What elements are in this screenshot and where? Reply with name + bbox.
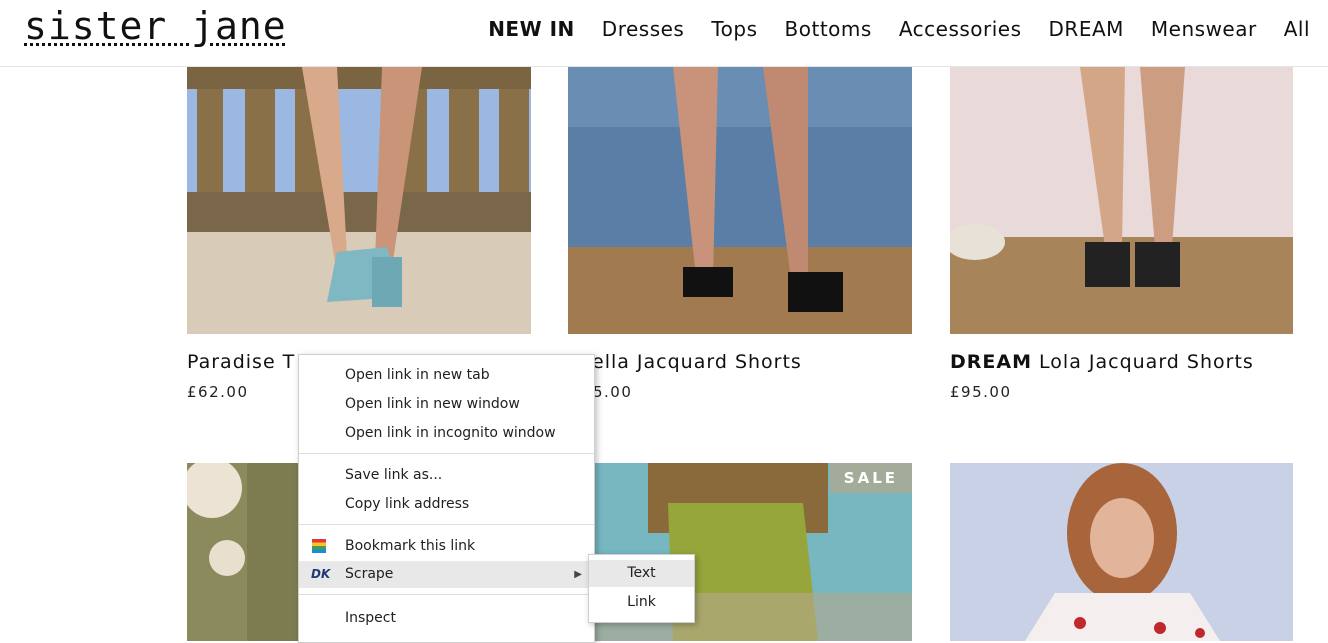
menu-open-new-window[interactable]: Open link in new window xyxy=(299,391,594,418)
menu-copy-link-address[interactable]: Copy link address xyxy=(299,491,594,518)
nav-new-in[interactable]: NEW IN xyxy=(488,16,575,42)
product-brand-dream: DREAM xyxy=(950,351,1032,373)
product-price-lola: £95.00 xyxy=(950,383,1012,401)
menu-separator xyxy=(299,453,594,454)
product-title-lola: Lola Jacquard Shorts xyxy=(1039,351,1254,373)
dk-icon: DK xyxy=(311,567,331,581)
context-menu: Open link in new tab Open link in new wi… xyxy=(298,354,595,643)
brand-logo[interactable]: sister jane xyxy=(24,6,287,46)
product-price-ella: 5.00 xyxy=(593,383,633,401)
product-photo-heels xyxy=(187,67,531,334)
menu-bookmark-link[interactable]: Bookmark this link xyxy=(299,533,594,560)
main-nav: NEW IN Dresses Tops Bottoms Accessories … xyxy=(461,16,1310,42)
menu-separator xyxy=(299,524,594,525)
product-photo-model xyxy=(950,463,1293,641)
product-name-paradise[interactable]: Paradise T xyxy=(187,351,295,373)
product-image-ella[interactable] xyxy=(568,67,912,334)
menu-save-link-as[interactable]: Save link as... xyxy=(299,462,594,489)
scrape-submenu: Text Link xyxy=(588,554,695,623)
product-price-paradise: £62.00 xyxy=(187,383,249,401)
product-photo-sandals-sea xyxy=(568,67,912,334)
product-image-row2-3[interactable] xyxy=(950,463,1293,641)
nav-menswear[interactable]: Menswear xyxy=(1151,16,1257,42)
product-image-lola[interactable] xyxy=(950,67,1293,334)
nav-accessories[interactable]: Accessories xyxy=(899,16,1022,42)
menu-bookmark-label: Bookmark this link xyxy=(345,538,476,554)
site-header: sister jane NEW IN Dresses Tops Bottoms … xyxy=(0,0,1328,67)
product-name-ella[interactable]: ella Jacquard Shorts xyxy=(592,351,802,373)
menu-scrape[interactable]: DK Scrape ▶ xyxy=(299,561,594,588)
product-image-paradise[interactable] xyxy=(187,67,531,334)
menu-inspect[interactable]: Inspect xyxy=(299,605,594,632)
menu-open-incognito[interactable]: Open link in incognito window xyxy=(299,420,594,447)
menu-scrape-label: Scrape xyxy=(345,566,394,582)
product-photo-sandals-sand xyxy=(950,67,1293,334)
nav-dream[interactable]: DREAM xyxy=(1049,16,1124,42)
bookmark-extension-icon xyxy=(312,539,326,553)
menu-open-new-tab[interactable]: Open link in new tab xyxy=(299,362,594,389)
nav-all[interactable]: All xyxy=(1284,16,1310,42)
nav-dresses[interactable]: Dresses xyxy=(602,16,685,42)
submenu-link[interactable]: Link xyxy=(589,589,694,616)
sale-badge: SALE xyxy=(829,463,912,493)
submenu-text[interactable]: Text xyxy=(589,560,694,587)
submenu-arrow-icon: ▶ xyxy=(574,569,582,580)
nav-tops[interactable]: Tops xyxy=(711,16,757,42)
menu-separator xyxy=(299,594,594,595)
product-name-lola[interactable]: DREAM Lola Jacquard Shorts xyxy=(950,351,1254,373)
nav-bottoms[interactable]: Bottoms xyxy=(785,16,872,42)
